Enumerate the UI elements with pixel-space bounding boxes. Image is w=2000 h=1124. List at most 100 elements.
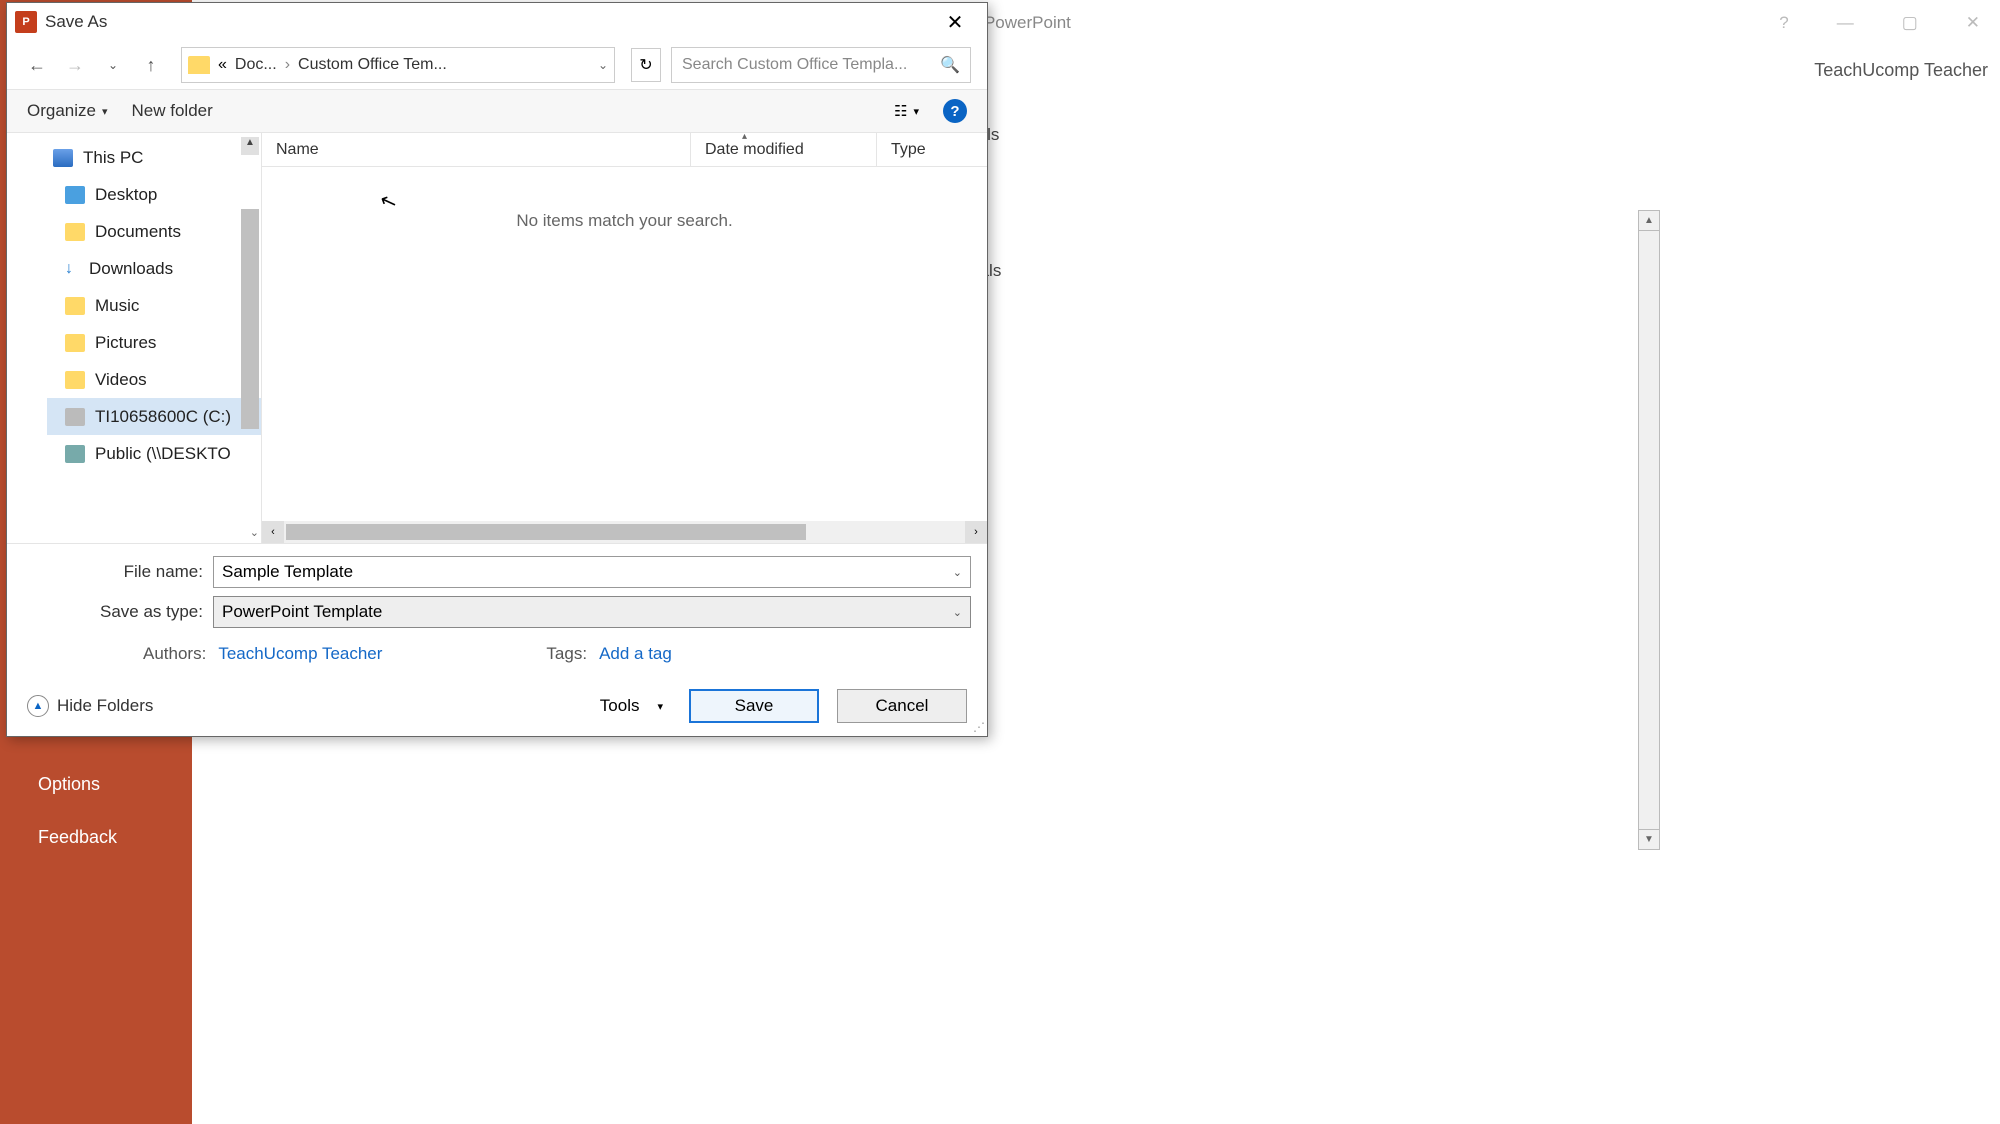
- powerpoint-icon: P: [15, 11, 37, 33]
- chevron-right-icon[interactable]: ›: [285, 56, 290, 74]
- scroll-left-icon[interactable]: ‹: [262, 521, 284, 543]
- tree-label: This PC: [83, 148, 143, 168]
- horizontal-scrollbar[interactable]: ‹ ›: [262, 521, 987, 543]
- search-icon[interactable]: 🔍: [940, 55, 960, 75]
- dropdown-icon: ▾: [657, 700, 663, 713]
- tree-pictures[interactable]: Pictures: [47, 324, 261, 361]
- dropdown-icon[interactable]: ⌄: [953, 566, 962, 579]
- up-button[interactable]: ↑: [137, 51, 165, 79]
- scroll-down-icon[interactable]: ▼: [1639, 829, 1659, 849]
- column-name[interactable]: Name: [262, 133, 691, 166]
- signed-in-user[interactable]: TeachUcomp Teacher: [1814, 60, 1988, 81]
- list-view-icon: ☷: [894, 102, 907, 120]
- column-date[interactable]: Date modified: [691, 133, 877, 166]
- sidebar-feedback[interactable]: Feedback: [0, 811, 192, 864]
- chevron-up-icon: ▲: [27, 695, 49, 717]
- hide-folders-button[interactable]: ▲ Hide Folders: [27, 695, 153, 717]
- minimize-icon[interactable]: —: [1837, 13, 1854, 33]
- search-placeholder: Search Custom Office Templa...: [682, 56, 907, 74]
- help-button[interactable]: ?: [943, 99, 967, 123]
- organize-button[interactable]: Organize ▾: [27, 101, 108, 121]
- tree-local-disk[interactable]: TI10658600C (C:): [47, 398, 261, 435]
- address-bar[interactable]: « Doc... › Custom Office Tem... ⌄: [181, 47, 615, 83]
- scroll-thumb[interactable]: [286, 524, 806, 540]
- tree-label: Desktop: [95, 185, 157, 205]
- desktop-icon: [65, 186, 85, 204]
- dropdown-icon: ▾: [102, 105, 108, 118]
- pc-icon: [53, 149, 73, 167]
- sidebar-options[interactable]: Options: [0, 758, 192, 811]
- tree-music[interactable]: Music: [47, 287, 261, 324]
- tree-desktop[interactable]: Desktop: [47, 176, 261, 213]
- column-headers: ▴ Name Date modified Type: [262, 133, 987, 167]
- dialog-title: Save As: [45, 12, 931, 32]
- tags-value[interactable]: Add a tag: [599, 644, 672, 664]
- tree-label: Documents: [95, 222, 181, 242]
- sort-indicator-icon: ▴: [742, 131, 747, 142]
- recent-dropdown-icon[interactable]: ⌄: [99, 51, 127, 79]
- scroll-right-icon[interactable]: ›: [965, 521, 987, 543]
- address-dropdown-icon[interactable]: ⌄: [598, 58, 608, 72]
- new-folder-button[interactable]: New folder: [132, 101, 213, 121]
- addr-prefix: «: [218, 56, 227, 74]
- empty-message: No items match your search.: [262, 167, 987, 275]
- tree-label: Pictures: [95, 333, 156, 353]
- network-icon: [65, 445, 85, 463]
- videos-icon: [65, 371, 85, 389]
- pictures-icon: [65, 334, 85, 352]
- resize-grip-icon[interactable]: ⋰: [973, 720, 985, 734]
- maximize-icon[interactable]: ▢: [1902, 13, 1918, 33]
- filename-input[interactable]: Sample Template ⌄: [213, 556, 971, 588]
- folder-icon: [65, 223, 85, 241]
- breadcrumb[interactable]: Doc...: [235, 56, 277, 74]
- back-button[interactable]: ←: [23, 51, 51, 79]
- savetype-value: PowerPoint Template: [222, 602, 382, 622]
- breadcrumb[interactable]: Custom Office Tem...: [298, 56, 447, 74]
- dialog-footer: ▲ Hide Folders Tools ▾ Save Cancel: [7, 676, 987, 736]
- dialog-toolbar: Organize ▾ New folder ☷ ▾ ?: [7, 89, 987, 133]
- tree-label: Public (\\DESKTO: [95, 444, 231, 464]
- forward-button[interactable]: →: [61, 51, 89, 79]
- tree-network-share[interactable]: Public (\\DESKTO: [47, 435, 261, 472]
- close-icon[interactable]: ✕: [1966, 13, 1980, 33]
- nav-bar: ← → ⌄ ↑ « Doc... › Custom Office Tem... …: [7, 41, 987, 89]
- content-scrollbar[interactable]: ▲ ▼: [1638, 210, 1660, 850]
- dropdown-icon[interactable]: ⌄: [953, 606, 962, 619]
- tools-button[interactable]: Tools ▾: [592, 696, 671, 716]
- dialog-close-button[interactable]: ✕: [931, 10, 979, 35]
- filename-value: Sample Template: [222, 562, 353, 582]
- folder-icon: [188, 56, 210, 74]
- download-icon: ↓: [65, 260, 79, 278]
- authors-label: Authors:: [143, 644, 206, 664]
- savetype-select[interactable]: PowerPoint Template ⌄: [213, 596, 971, 628]
- refresh-button[interactable]: ↻: [631, 48, 661, 82]
- column-type[interactable]: Type: [877, 133, 987, 166]
- tree-label: Videos: [95, 370, 147, 390]
- scroll-up-icon[interactable]: ▲: [1639, 211, 1659, 231]
- savetype-label: Save as type:: [23, 602, 213, 622]
- tools-label: Tools: [600, 696, 640, 716]
- save-button[interactable]: Save: [689, 689, 819, 723]
- disk-icon: [65, 408, 85, 426]
- folder-tree: ▲ This PC Desktop Documents ↓ Downloads M…: [7, 133, 262, 543]
- tree-scroll-up-icon[interactable]: ▲: [241, 137, 259, 155]
- tree-this-pc[interactable]: This PC: [47, 139, 261, 176]
- file-list: ▴ Name Date modified Type No items match…: [262, 133, 987, 543]
- tree-scrollbar-thumb[interactable]: [241, 209, 259, 429]
- save-form: File name: Sample Template ⌄ Save as typ…: [7, 543, 987, 676]
- filename-label: File name:: [23, 562, 213, 582]
- tree-documents[interactable]: Documents: [47, 213, 261, 250]
- dialog-body: ▲ This PC Desktop Documents ↓ Downloads M…: [7, 133, 987, 543]
- help-icon[interactable]: ?: [1779, 13, 1788, 33]
- organize-label: Organize: [27, 101, 96, 121]
- dialog-titlebar: P Save As ✕: [7, 3, 987, 41]
- tree-downloads[interactable]: ↓ Downloads: [47, 250, 261, 287]
- search-input[interactable]: Search Custom Office Templa... 🔍: [671, 47, 971, 83]
- authors-value[interactable]: TeachUcomp Teacher: [218, 644, 382, 664]
- view-button[interactable]: ☷ ▾: [894, 102, 919, 120]
- tree-expand-icon[interactable]: ⌄: [250, 526, 259, 539]
- tree-videos[interactable]: Videos: [47, 361, 261, 398]
- cancel-button[interactable]: Cancel: [837, 689, 967, 723]
- hide-folders-label: Hide Folders: [57, 696, 153, 716]
- tree-label: Downloads: [89, 259, 173, 279]
